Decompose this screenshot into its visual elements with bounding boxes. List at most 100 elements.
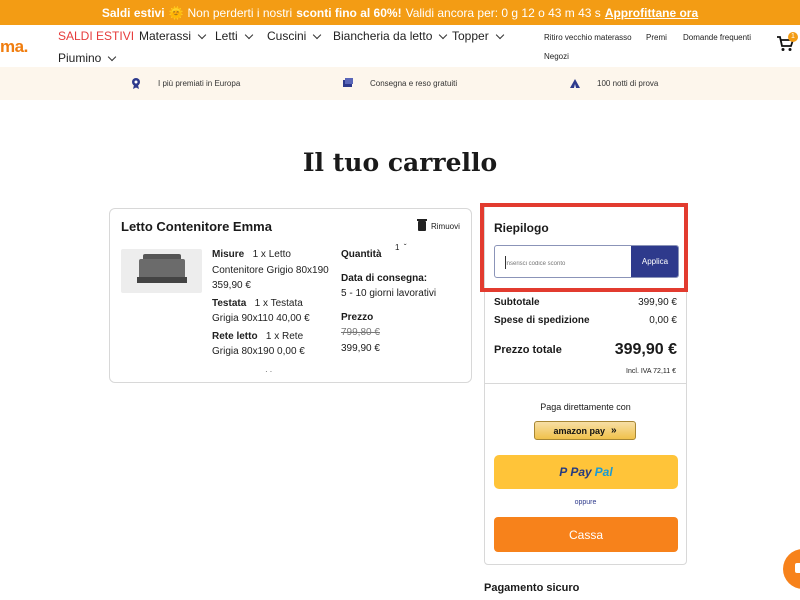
logo[interactable]: ma.	[0, 37, 28, 57]
nav-label: SALDI ESTIVI	[58, 29, 135, 43]
secure-payment-heading: Pagamento sicuro	[484, 582, 580, 594]
promo-highlight: sconti fino al 60%!	[296, 5, 402, 20]
util-link-premi[interactable]: Premi	[646, 33, 667, 42]
order-details: Quantità Data di consegna: 5 - 10 giorni…	[341, 247, 461, 356]
subtotal-label: Subtotale	[494, 297, 540, 308]
cart-item-card: Letto Contenitore Emma Rimuovi Misure 1 …	[109, 208, 472, 383]
product-title: Letto Contenitore Emma	[121, 219, 272, 234]
spec-label: Testata	[212, 297, 247, 309]
paypal-logo-pal: Pal	[594, 465, 613, 479]
chevron-down-icon	[108, 52, 117, 61]
award-icon	[132, 78, 140, 89]
vat-note: Incl. IVA 72,11 €	[626, 368, 676, 375]
coupon-input[interactable]	[495, 246, 631, 277]
double-chevron-icon: »	[610, 425, 617, 436]
nav-label: Topper	[452, 29, 489, 43]
apply-coupon-button[interactable]: Applica	[631, 246, 678, 277]
total-label: Prezzo totale	[494, 344, 562, 356]
shipping-value: 0,00 €	[649, 315, 677, 326]
nav-item-piumino[interactable]: Piumino	[58, 51, 117, 65]
subtotal-row: Subtotale 399,90 €	[494, 297, 677, 308]
nav-label: Materassi	[139, 29, 192, 43]
util-link-ritiro[interactable]: Ritiro vecchio materasso	[544, 33, 632, 42]
chat-widget-button[interactable]	[783, 549, 800, 589]
coupon-form: Applica	[494, 245, 679, 278]
nav-item-letti[interactable]: Letti	[215, 29, 253, 43]
shipping-row: Spese di spedizione 0,00 €	[494, 315, 677, 326]
promo-label: Saldi estivi	[101, 5, 165, 20]
paypal-logo-pay: Pay	[570, 465, 592, 479]
moon-tent-icon	[570, 79, 580, 88]
promo-banner: Saldi estivi 🌞 Non perderti i nostri sco…	[0, 0, 800, 25]
sun-emoji: 🌞	[168, 5, 184, 20]
total-value: 399,90 €	[614, 341, 677, 358]
price-spacer	[341, 302, 461, 310]
util-link-faq[interactable]: Domande frequenti	[683, 33, 751, 42]
price-label: Prezzo	[341, 311, 374, 323]
promo-cta-link[interactable]: Approfittane ora	[605, 6, 698, 20]
benefit-trial: 100 notti di prova	[569, 77, 658, 89]
subtotal-value: 399,90 €	[638, 297, 677, 308]
quantity-spacer	[341, 263, 461, 271]
chevron-down-icon	[313, 30, 322, 39]
shipping-label: Spese di spedizione	[494, 315, 590, 326]
paypal-logo-icon: P	[559, 465, 568, 479]
summary-title: Riepilogo	[494, 221, 549, 235]
box-icon	[343, 78, 353, 87]
product-specs: Misure 1 x Letto Contenitore Grigio 80x1…	[212, 247, 332, 362]
nav-item-biancheria[interactable]: Biancheria da letto	[333, 29, 448, 43]
price-old: 799,80 €	[341, 327, 380, 338]
promo-countdown: Validi ancora per: 0 g 12 o 43 m 43 s	[405, 5, 601, 20]
more-dots: ··	[265, 367, 275, 376]
benefits-bar: I più premiati in Europa Consegna e reso…	[0, 67, 800, 100]
nav-label: Biancheria da letto	[333, 29, 433, 43]
spec-label: Rete letto	[212, 330, 258, 342]
benefit-label: I più premiati in Europa	[158, 78, 241, 88]
paypal-button[interactable]: P Pay Pal	[494, 455, 678, 489]
amazon-pay-label: amazon pay	[553, 425, 605, 436]
delivery-value: 5 - 10 giorni lavorativi	[341, 288, 437, 299]
nav-label: Piumino	[58, 51, 102, 65]
chevron-down-icon	[439, 30, 448, 39]
bed-base	[137, 277, 187, 283]
total-row: Prezzo totale 399,90 €	[494, 341, 677, 359]
price-new: 399,90 €	[341, 342, 380, 354]
text-caret	[505, 256, 506, 269]
chevron-down-icon: ˇ	[403, 243, 407, 252]
nav-item-materassi[interactable]: Materassi	[139, 29, 207, 43]
main-nav: ma. SALDI ESTIVI Materassi Letti Cuscini…	[0, 25, 800, 67]
nav-item-topper[interactable]: Topper	[452, 29, 504, 43]
benefit-label: Consegna e reso gratuiti	[370, 78, 458, 88]
benefit-award: I più premiati in Europa	[130, 77, 240, 89]
order-summary: Riepilogo Applica Subtotale 399,90 € Spe…	[484, 203, 687, 565]
nav-item-cuscini[interactable]: Cuscini	[267, 29, 322, 43]
checkout-button[interactable]: Cassa	[494, 517, 678, 552]
bed-mattress	[139, 259, 185, 279]
remove-button[interactable]: Rimuovi	[417, 219, 460, 231]
spec-misure: Misure 1 x Letto Contenitore Grigio 80x1…	[212, 247, 332, 294]
benefit-label: 100 notti di prova	[597, 78, 659, 88]
divider	[485, 383, 686, 384]
nav-label: Cuscini	[267, 29, 307, 43]
nav-item-saldi[interactable]: SALDI ESTIVI	[58, 29, 134, 43]
cart-count-badge: 1	[788, 32, 798, 42]
page-title: Il tuo carrello	[302, 148, 498, 177]
nav-label: Letti	[215, 29, 238, 43]
util-link-negozi[interactable]: Negozi	[544, 52, 569, 61]
amazon-pay-button[interactable]: amazon pay »	[534, 421, 636, 440]
or-separator: oppure	[574, 499, 597, 506]
trash-icon	[417, 219, 427, 231]
promo-text: Non perderti i nostri	[187, 5, 293, 20]
benefit-delivery: Consegna e reso gratuiti	[342, 77, 457, 89]
spec-rete: Rete letto 1 x Rete Grigia 80x190 0,00 €	[212, 329, 332, 360]
chevron-down-icon	[495, 30, 504, 39]
chevron-down-icon	[244, 30, 253, 39]
spec-testata: Testata 1 x Testata Grigia 90x110 40,00 …	[212, 296, 332, 327]
quantity-value: 1	[395, 243, 400, 252]
direct-pay-label: Paga direttamente con	[540, 402, 631, 412]
product-image	[121, 249, 202, 293]
spec-label: Misure	[212, 249, 245, 260]
remove-label: Rimuovi	[431, 221, 460, 231]
delivery-label: Data di consegna:	[341, 272, 428, 284]
quantity-selector[interactable]: 1 ˇ	[395, 243, 407, 252]
